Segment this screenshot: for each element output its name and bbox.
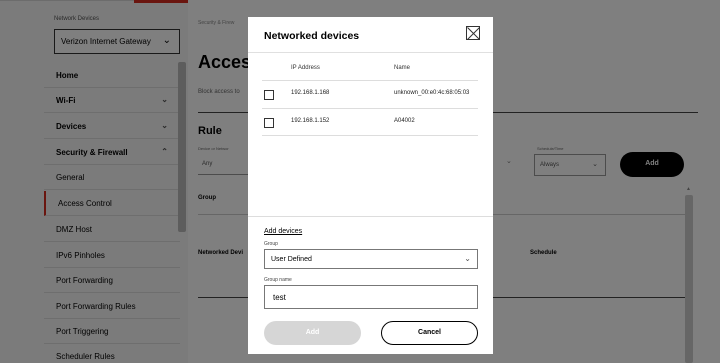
group-select[interactable]: User Defined ⌄ xyxy=(264,249,478,269)
group-name-input[interactable] xyxy=(264,285,478,309)
add-devices-link[interactable]: Add devices xyxy=(264,228,302,235)
divider xyxy=(262,80,478,81)
chevron-down-icon: ⌄ xyxy=(464,254,471,263)
name-column-header: Name xyxy=(394,65,411,71)
divider xyxy=(262,108,478,109)
close-icon[interactable] xyxy=(466,26,480,40)
group-field-label: Group xyxy=(264,241,278,247)
device-name: unknown_00:e0:4c:68:05:03 xyxy=(394,90,470,96)
group-select-value: User Defined xyxy=(271,256,312,263)
ip-address-column-header: IP Address xyxy=(291,65,320,71)
divider xyxy=(248,52,493,53)
device-checkbox[interactable] xyxy=(264,90,274,100)
group-name-field-label: Group name xyxy=(264,277,292,283)
divider xyxy=(262,135,478,136)
device-name: A04002 xyxy=(394,118,415,124)
cancel-button[interactable]: Cancel xyxy=(381,321,478,345)
modal-title: Networked devices xyxy=(264,30,360,42)
device-ip: 192.168.1.152 xyxy=(291,118,330,124)
divider xyxy=(248,216,493,217)
add-button[interactable]: Add xyxy=(264,321,361,345)
device-ip: 192.168.1.168 xyxy=(291,90,330,96)
device-checkbox[interactable] xyxy=(264,118,274,128)
networked-devices-modal: Networked devices IP Address Name 192.16… xyxy=(248,17,493,354)
